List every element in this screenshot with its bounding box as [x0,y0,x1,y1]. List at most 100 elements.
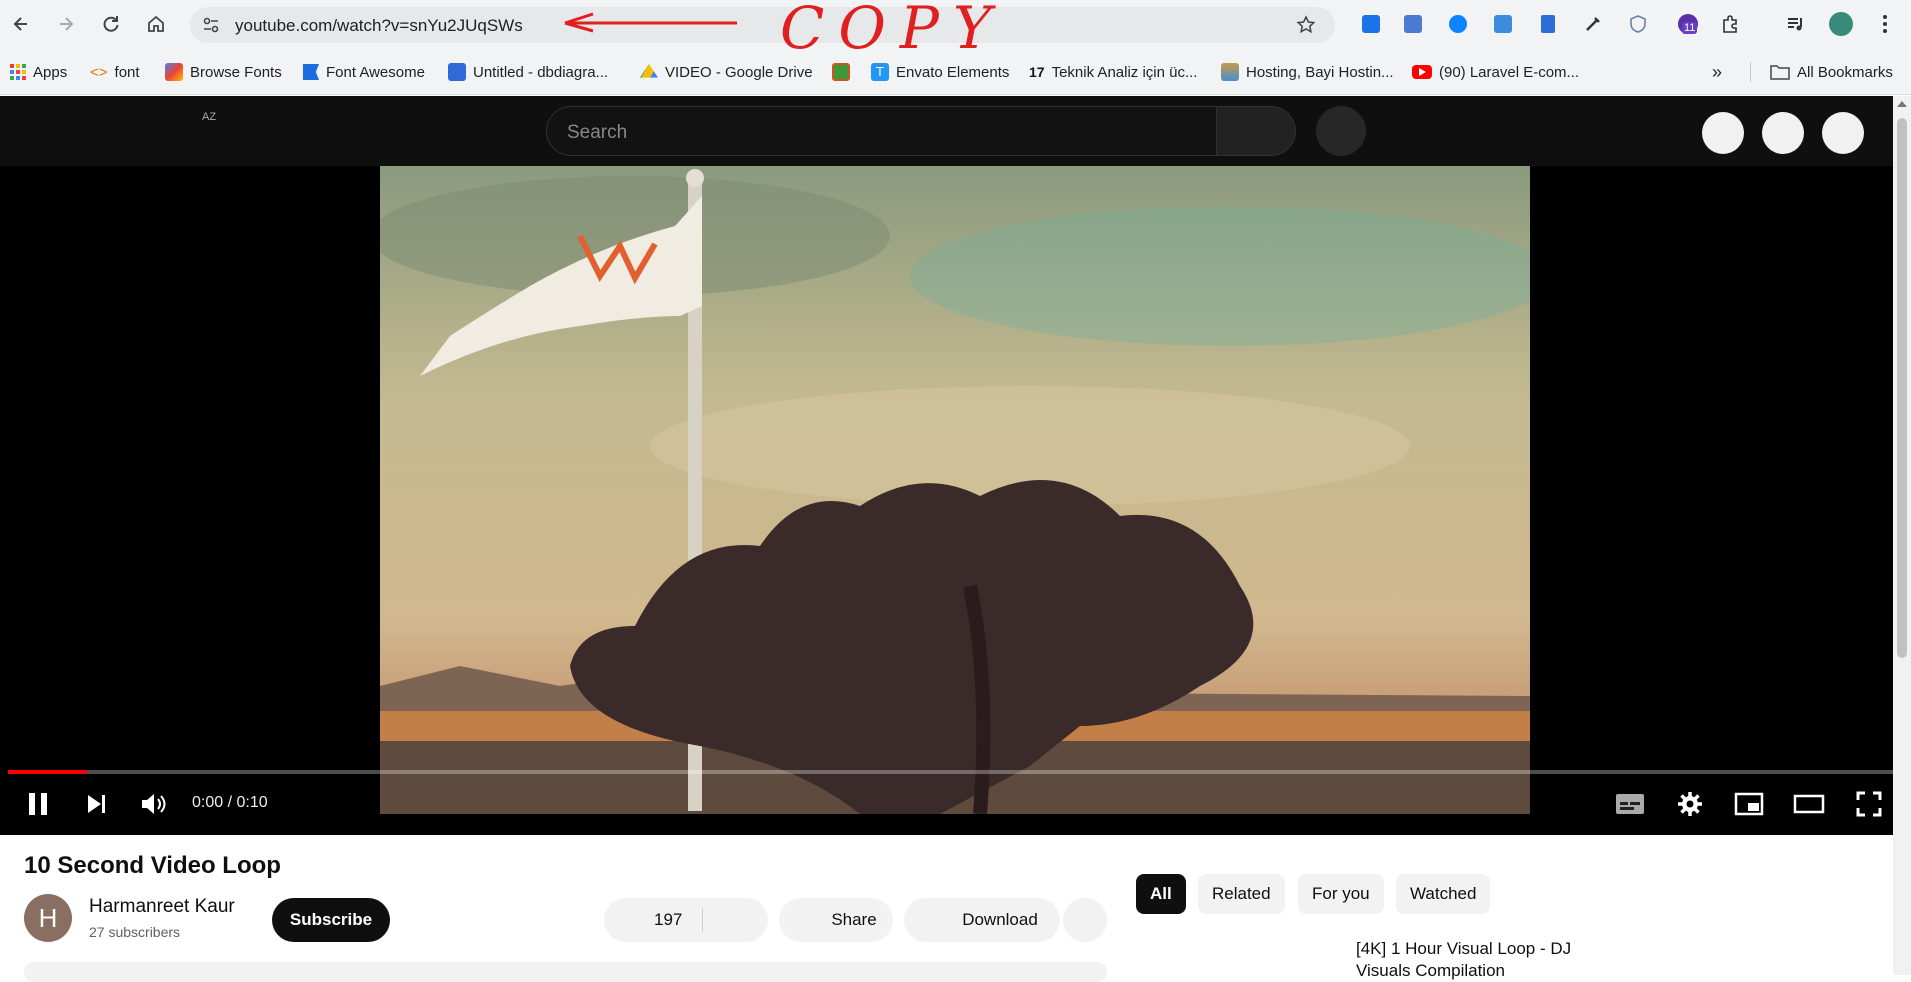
recommendation-title[interactable]: [4K] 1 Hour Visual Loop - DJ Visuals Com… [1356,938,1626,982]
chip-related[interactable]: Related [1198,874,1285,914]
bookmark-label: Font Awesome [326,63,425,81]
settings-gear-icon[interactable] [1672,786,1708,822]
puzzle-extensions-icon[interactable] [1717,11,1743,37]
bookmark-font[interactable]: <> font [90,60,140,84]
bookmark-label: Apps [33,63,68,81]
video-frame[interactable] [380,166,1530,814]
profile-avatar[interactable] [1828,11,1854,37]
back-arrow-icon[interactable] [8,11,34,37]
search-button[interactable] [1216,106,1296,156]
like-dislike-divider [702,908,703,932]
chip-for-you[interactable]: For you [1298,874,1384,914]
pause-button[interactable] [20,786,56,822]
browser-toolbar: youtube.com/watch?v=snYu2JUqSWs COPY 11 [0,0,1911,62]
youtube-header: AZ Search [0,96,1893,166]
share-button[interactable]: Share [779,898,893,942]
time-display: 0:00 / 0:10 [192,794,268,811]
bookmark-apps[interactable]: Apps [10,60,67,84]
bookmark-dbdiagram[interactable]: Untitled - dbdiagra... [448,60,608,84]
bookmark-font-awesome[interactable]: Font Awesome [303,60,425,84]
bookmarks-divider [1750,62,1751,82]
progress-bar[interactable] [8,770,1893,774]
code-brackets-icon: <> [90,63,108,81]
dbdiagram-icon [448,63,466,81]
docs-extension-icon[interactable] [1535,11,1561,37]
youtube-icon [1412,65,1432,79]
google-drive-icon [640,64,658,78]
bookmarks-bar: Apps <> font Browse Fonts Font Awesome U… [0,50,1911,95]
channel-avatar[interactable]: H [24,894,72,942]
bookmark-label: VIDEO - Google Drive [665,63,813,81]
bookmark-teknik-analiz[interactable]: 17 Teknik Analiz için üc... [1029,60,1197,84]
progress-played [8,770,87,774]
subtitles-button[interactable] [1612,786,1648,822]
home-icon[interactable] [143,11,169,37]
video-scene [380,166,1530,814]
video-player[interactable]: 0:00 / 0:10 [0,166,1893,835]
bookmark-browse-fonts[interactable]: Browse Fonts [165,60,282,84]
all-bookmarks-label: All Bookmarks [1797,63,1893,81]
apps-grid-icon [10,64,26,80]
translate-extension-icon[interactable] [1400,11,1426,37]
green-square-icon [832,63,850,81]
bookmark-hosting[interactable]: Hosting, Bayi Hostin... [1221,60,1394,84]
description-box[interactable] [24,962,1107,982]
forward-arrow-icon[interactable] [53,11,79,37]
subscriber-count: 27 subscribers [89,924,181,940]
envato-icon: T [871,63,889,81]
account-button[interactable] [1822,112,1864,154]
voice-search-button[interactable] [1316,106,1366,156]
overflow-chevron-icon: » [1712,61,1723,82]
notifications-button[interactable] [1762,112,1804,154]
flag-icon [303,64,319,80]
scroll-up-arrow-icon[interactable] [1897,101,1907,107]
shazam-extension-icon[interactable] [1445,11,1471,37]
like-count: 197 [654,910,683,929]
scrollbar-thumb[interactable] [1897,118,1907,658]
bookmarks-overflow-button[interactable]: » [1712,60,1722,84]
google-fonts-icon [165,63,183,81]
bookmark-label: Envato Elements [896,63,1010,81]
bookmark-label: Browse Fonts [190,63,282,81]
volume-button[interactable] [136,786,172,822]
chip-watched[interactable]: Watched [1396,874,1491,914]
chip-all[interactable]: All [1136,874,1186,914]
font-extension-icon[interactable] [1490,11,1516,37]
shield-extension-icon[interactable] [1358,11,1384,37]
bookmark-label: Hosting, Bayi Hostin... [1246,63,1394,81]
next-button[interactable] [78,786,114,822]
folder-icon [1770,65,1790,80]
extension-badge-count: 11 [1682,22,1698,34]
more-actions-button[interactable] [1063,898,1107,942]
like-button[interactable]: 197 [604,898,768,942]
page-scrollbar[interactable] [1893,96,1911,975]
all-bookmarks-button[interactable]: All Bookmarks [1770,60,1893,84]
fullscreen-button[interactable] [1851,786,1887,822]
bookmark-google-drive[interactable]: VIDEO - Google Drive [640,60,813,84]
miniplayer-button[interactable] [1731,786,1767,822]
download-label: Download [962,910,1038,929]
bookmark-laravel[interactable]: (90) Laravel E-com... [1412,60,1579,84]
bookmark-label: Teknik Analiz için üc... [1051,63,1198,81]
bookmark-untitled-square[interactable] [832,60,850,84]
color-picker-icon[interactable] [1580,11,1606,37]
bookmark-label: (90) Laravel E-com... [1439,63,1580,81]
search-input[interactable]: Search [546,106,1217,156]
bookmark-star-icon[interactable] [1296,15,1316,40]
badge-extension-icon[interactable]: 11 [1675,11,1701,37]
bookmark-envato-elements[interactable]: T Envato Elements [871,60,1009,84]
privacy-shield-icon[interactable] [1625,11,1651,37]
url-text[interactable]: youtube.com/watch?v=snYu2JUqSWs [235,16,523,36]
bookmark-label: font [114,63,140,81]
subscribe-button[interactable]: Subscribe [272,898,390,942]
hosting-icon [1221,63,1239,81]
channel-name[interactable]: Harmanreet Kaur [89,896,235,918]
reload-icon[interactable] [98,11,124,37]
browser-menu-icon[interactable] [1872,11,1898,37]
download-button[interactable]: Download [904,898,1060,942]
search-placeholder: Search [567,122,628,143]
media-queue-icon[interactable] [1783,11,1809,37]
site-info-icon[interactable] [202,16,220,39]
theater-mode-button[interactable] [1791,786,1827,822]
create-button[interactable] [1702,112,1744,154]
